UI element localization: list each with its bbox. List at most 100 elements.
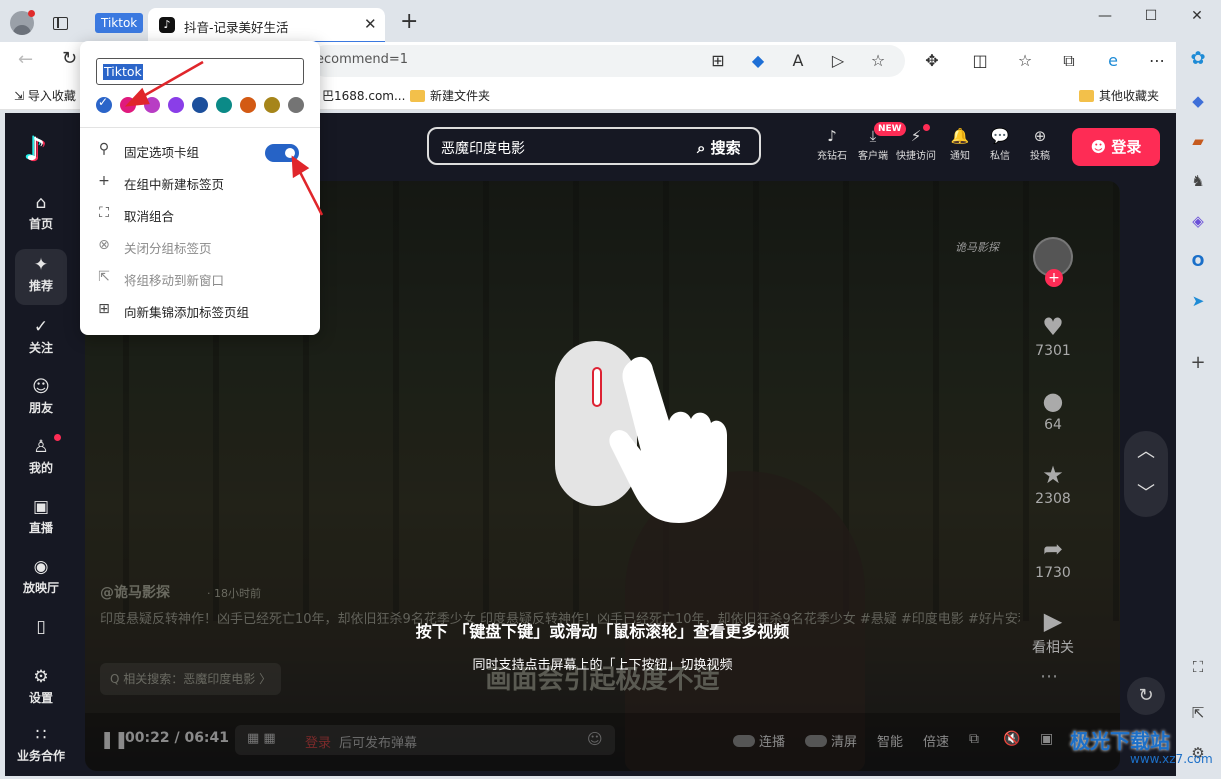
divider — [80, 127, 320, 128]
favorite-button[interactable]: ★ 2308 — [1030, 459, 1076, 507]
games-chess-icon[interactable]: ♞ — [1184, 170, 1212, 192]
plus-icon: + — [98, 173, 110, 189]
extensions-icon[interactable]: ✥ — [921, 51, 943, 70]
search-button[interactable]: ⌕ 搜索 — [697, 137, 741, 158]
nav-live[interactable]: ▣ 直播 — [15, 495, 67, 547]
collections-icon[interactable]: ⧉ — [1058, 51, 1080, 71]
notifications[interactable]: 🔔 通知 — [938, 127, 982, 162]
douyin-logo-icon[interactable]: ♪ — [25, 130, 57, 168]
bookmark-1688[interactable]: 巴1688.com... — [322, 87, 405, 104]
messages[interactable]: 💬 私信 — [978, 127, 1022, 162]
close-window-button[interactable]: ✕ — [1184, 8, 1210, 26]
nav-home[interactable]: ⌂ 首页 — [15, 191, 67, 243]
maximize-button[interactable]: ☐ — [1138, 8, 1164, 26]
color-swatch-blue[interactable] — [96, 95, 112, 113]
open-external-icon[interactable]: ⇱ — [1184, 702, 1212, 724]
copilot-icon[interactable]: ✿ — [1184, 48, 1212, 70]
tools-briefcase-icon[interactable]: ▰ — [1184, 130, 1212, 152]
shopping-tag-icon[interactable]: ◆ — [1184, 90, 1212, 112]
nav-friends[interactable]: ☺ 朋友 — [15, 375, 67, 427]
clear-screen-toggle[interactable]: 清屏 — [805, 731, 857, 750]
speed-button[interactable]: 倍速 — [923, 731, 949, 750]
apps-icon[interactable]: ⊞ — [707, 51, 729, 70]
follow-plus-icon[interactable]: + — [1045, 269, 1063, 287]
tab-actions-icon[interactable] — [53, 17, 68, 30]
previous-video-icon[interactable]: ︿ — [1124, 437, 1168, 463]
bookmark-other-favorites[interactable]: 其他收藏夹 — [1079, 87, 1159, 104]
nav-business[interactable]: ∷ 业务合作 — [13, 723, 69, 775]
send-icon[interactable]: ➤ — [1184, 290, 1212, 312]
screenshot-icon[interactable]: ⛶ — [1184, 656, 1212, 678]
related-videos-button[interactable]: ▶ 看相关 — [1030, 605, 1076, 657]
nav-mine[interactable]: ♙ 我的 — [15, 435, 67, 487]
nav-recommend[interactable]: ✦ 推荐 — [15, 249, 67, 305]
split-screen-icon[interactable]: ◫ — [969, 51, 991, 70]
video-icon[interactable]: ▷ — [827, 51, 849, 70]
tab-close-icon[interactable]: ✕ — [364, 15, 377, 33]
color-swatch-teal[interactable] — [216, 97, 232, 113]
pin-group-toggle[interactable] — [265, 144, 299, 162]
menu-pin-group[interactable]: ⚲ 固定选项卡组 — [80, 134, 320, 166]
bookmark-import[interactable]: ⇲ 导入收藏 — [14, 87, 76, 104]
outlook-icon[interactable]: O — [1184, 250, 1212, 272]
login-button[interactable]: ☻ 登录 — [1072, 128, 1160, 166]
more-menu-icon[interactable]: ⋯ — [1146, 51, 1168, 70]
lightning-icon: ⚡ — [910, 127, 922, 145]
menu-ungroup[interactable]: ⛶ 取消组合 — [80, 198, 320, 230]
emoji-icon[interactable]: ☺ — [587, 730, 603, 748]
group-name-selection: Tiktok — [103, 64, 143, 80]
video-author[interactable]: @诡马影探 — [100, 582, 170, 602]
star-icon: ★ — [1042, 461, 1064, 489]
danmu-login-link[interactable]: 登录 — [305, 732, 331, 751]
autoplay-toggle[interactable]: 连播 — [733, 731, 785, 750]
back-button[interactable]: ← — [18, 49, 33, 70]
more-options-icon[interactable]: ⋯ — [1040, 666, 1058, 687]
tab-douyin[interactable]: ♪ 抖音-记录美好生活 ✕ — [148, 8, 385, 42]
favorite-star-icon[interactable]: ☆ — [867, 51, 889, 70]
share-button[interactable]: ➦ 1730 — [1030, 533, 1076, 581]
nav-following[interactable]: ✓ 关注 — [15, 315, 67, 367]
comment-button[interactable]: ● 64 — [1030, 385, 1076, 433]
pip-icon[interactable]: ⧉ — [969, 731, 979, 747]
add-sidebar-app-icon[interactable]: + — [1184, 352, 1212, 374]
quick-access[interactable]: ⚡ 快捷访问 — [894, 127, 938, 162]
minimize-button[interactable]: — — [1092, 8, 1118, 26]
edge-ie-icon[interactable]: e — [1102, 51, 1124, 70]
recharge-diamonds[interactable]: ♪ 充钻石 — [810, 127, 854, 162]
color-swatch-olive[interactable] — [264, 97, 280, 113]
menu-add-to-collection[interactable]: ⊞ 向新集锦添加标签页组 — [80, 294, 320, 326]
menu-new-tab-in-group[interactable]: + 在组中新建标签页 — [80, 166, 320, 198]
collection-add-icon: ⊞ — [98, 301, 110, 317]
nav-theater[interactable]: ◉ 放映厅 — [15, 555, 67, 607]
danmu-input[interactable]: ▦ ▦ 登录 后可发布弹幕 ☺ — [235, 725, 615, 755]
nav-settings[interactable]: ⚙ 设置 — [15, 665, 67, 717]
color-swatch-purple[interactable] — [168, 97, 184, 113]
mute-icon[interactable]: 🔇 — [1003, 731, 1020, 747]
danmu-toggle-icon[interactable]: ▦ ▦ — [247, 731, 276, 746]
price-tag-icon[interactable]: ◆ — [747, 51, 769, 70]
favorites-icon[interactable]: ☆ — [1014, 51, 1036, 70]
web-fullscreen-icon[interactable]: ▣ — [1040, 731, 1053, 747]
reload-button[interactable]: ↻ — [62, 48, 77, 69]
next-video-icon[interactable]: ﹀ — [1124, 479, 1168, 505]
tab-group-chip[interactable]: Tiktok — [95, 13, 144, 33]
new-tab-button[interactable]: + — [400, 11, 418, 33]
color-swatch-orange[interactable] — [240, 97, 256, 113]
quality-button[interactable]: 智能 — [877, 731, 903, 750]
book-icon: ▯ — [36, 617, 46, 637]
address-bar[interactable]: ecommend=1 ⊞ ◆ A ▷ ☆ — [310, 45, 905, 77]
search-input[interactable]: 恶魔印度电影 — [441, 138, 525, 158]
bookmark-new-folder[interactable]: 新建文件夹 — [410, 87, 490, 104]
microsoft365-icon[interactable]: ◈ — [1184, 210, 1212, 232]
color-swatch-magenta[interactable] — [144, 97, 160, 113]
like-button[interactable]: ♥ 7301 — [1030, 311, 1076, 359]
search-box[interactable]: 恶魔印度电影 ⌕ 搜索 — [427, 127, 761, 165]
nav-knowledge[interactable]: ▯知识 — [15, 615, 67, 641]
color-swatch-gray[interactable] — [288, 97, 304, 113]
color-swatch-pink[interactable] — [120, 97, 136, 113]
refresh-icon[interactable]: ↻ — [1127, 677, 1165, 715]
color-swatch-navy[interactable] — [192, 97, 208, 113]
read-aloud-icon[interactable]: A — [787, 51, 809, 70]
upload[interactable]: ⊕ 投稿 — [1018, 127, 1062, 162]
menu-close-group: ⊗ 关闭分组标签页 — [80, 230, 320, 262]
